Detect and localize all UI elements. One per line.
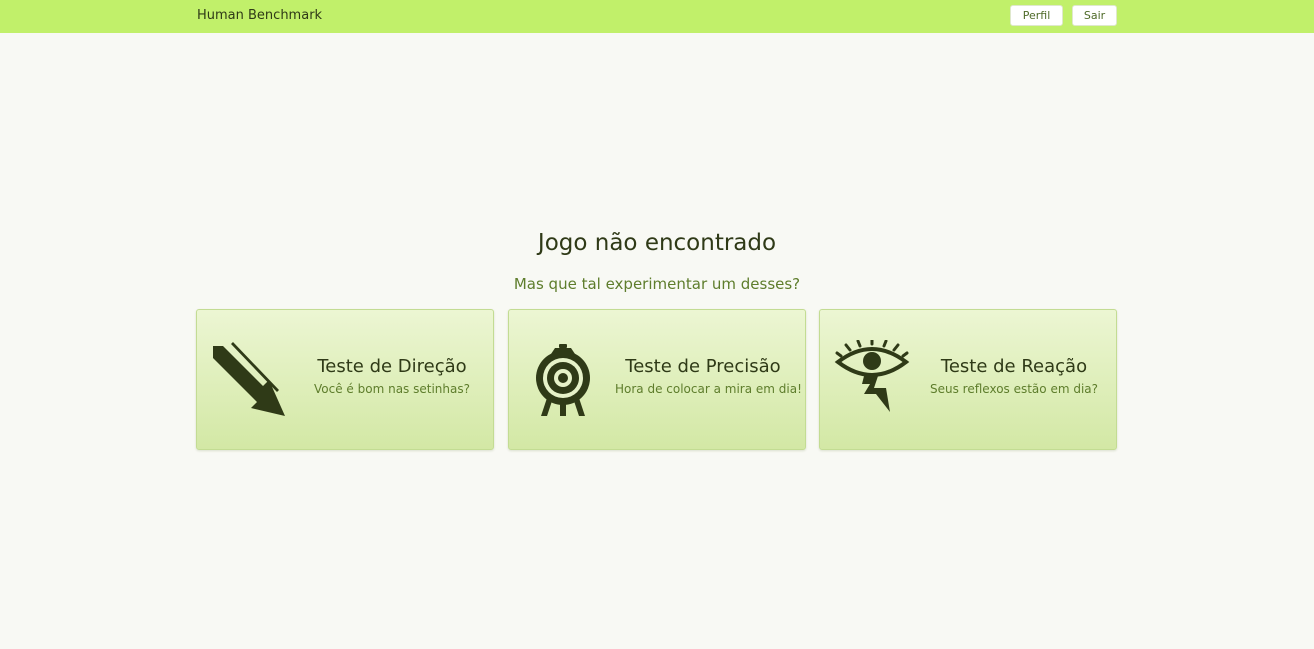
card-text: Teste de Precisão Hora de colocar a mira… bbox=[615, 356, 802, 396]
card-title: Teste de Precisão bbox=[625, 356, 781, 377]
card-reaction-test[interactable]: Teste de Reação Seus reflexos estão em d… bbox=[819, 309, 1117, 450]
card-description: Hora de colocar a mira em dia! bbox=[615, 382, 802, 396]
card-description: Seus reflexos estão em dia? bbox=[930, 382, 1099, 396]
card-text: Teste de Direção Você é bom nas setinhas… bbox=[307, 356, 477, 396]
arrow-down-right-icon bbox=[213, 342, 285, 416]
top-navbar: Human Benchmark Perfil Sair bbox=[0, 0, 1314, 33]
page-subtitle: Mas que tal experimentar um desses? bbox=[513, 275, 801, 293]
card-title: Teste de Reação bbox=[940, 356, 1088, 377]
card-text: Teste de Reação Seus reflexos estão em d… bbox=[930, 356, 1098, 396]
eye-lightning-icon bbox=[834, 340, 910, 412]
profile-button[interactable]: Perfil bbox=[1010, 5, 1063, 26]
archery-target-icon bbox=[536, 344, 590, 416]
card-description: Você é bom nas setinhas? bbox=[314, 382, 470, 396]
brand-link[interactable]: Human Benchmark bbox=[197, 8, 322, 23]
card-direction-test[interactable]: Teste de Direção Você é bom nas setinhas… bbox=[196, 309, 494, 450]
logout-button[interactable]: Sair bbox=[1072, 5, 1117, 26]
page-title: Jogo não encontrado bbox=[537, 230, 777, 256]
card-title: Teste de Direção bbox=[317, 356, 467, 377]
card-precision-test[interactable]: Teste de Precisão Hora de colocar a mira… bbox=[508, 309, 806, 450]
